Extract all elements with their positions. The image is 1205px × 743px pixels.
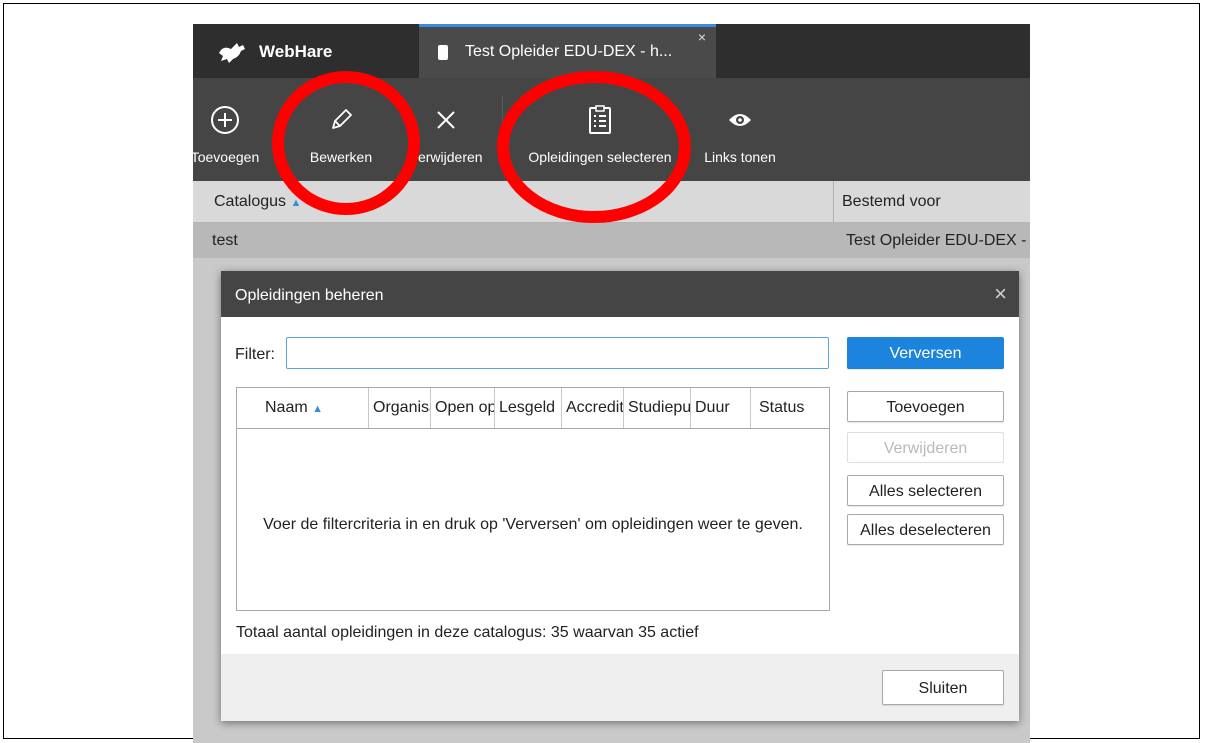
- column-bestemd-voor[interactable]: Bestemd voor: [833, 181, 941, 222]
- clipboard-list-icon: [589, 105, 611, 134]
- close-x-icon: [437, 111, 455, 129]
- top-bar: WebHare Test Opleider EDU-DEX - h... ×: [193, 24, 1030, 78]
- add-course-button[interactable]: Toevoegen: [847, 391, 1004, 422]
- plus-circle-icon: [211, 106, 239, 134]
- column-lesgeld[interactable]: Lesgeld: [494, 388, 561, 428]
- edit-label: Bewerken: [309, 149, 373, 165]
- manage-courses-dialog: Opleidingen beheren × Filter: Verversen …: [221, 271, 1019, 721]
- delete-label: Verwijderen: [409, 149, 483, 165]
- document-icon: [438, 45, 448, 60]
- dialog-title: Opleidingen beheren: [235, 287, 384, 304]
- catalog-list-header: Catalogus ▲ Bestemd voor: [193, 181, 1030, 223]
- filter-input[interactable]: [286, 337, 829, 369]
- brand[interactable]: WebHare: [217, 39, 332, 65]
- empty-grid-message: Voer de filtercriteria in en druk op 'Ve…: [263, 516, 803, 533]
- column-naam-label: Naam: [265, 399, 308, 416]
- sort-ascending-icon: ▲: [312, 403, 324, 415]
- courses-total-text: Totaal aantal opleidingen in deze catalo…: [236, 624, 699, 641]
- cell-catalogus: test: [212, 232, 238, 249]
- brand-name: WebHare: [259, 42, 333, 61]
- toolbar: Toevoegen Bewerken Verwijderen Opleiding…: [193, 78, 1030, 181]
- sort-ascending-icon: ▲: [290, 197, 302, 209]
- refresh-button[interactable]: Verversen: [847, 337, 1004, 369]
- dialog-title-bar: Opleidingen beheren ×: [221, 271, 1019, 317]
- column-accreditatie[interactable]: Accreditatie: [561, 388, 623, 428]
- deselect-all-button[interactable]: Alles deselecteren: [847, 514, 1004, 545]
- edit-button[interactable]: Bewerken: [299, 78, 383, 181]
- column-studiepunten[interactable]: Studiepunten: [623, 388, 690, 428]
- courses-grid-header: Naam ▲ Organisatie Open op Lesgeld Accre…: [237, 388, 829, 429]
- delete-course-button[interactable]: Verwijderen: [847, 432, 1004, 463]
- column-naam[interactable]: Naam ▲: [237, 388, 368, 428]
- show-links-label: Links tonen: [704, 149, 776, 165]
- tab-close-icon[interactable]: ×: [698, 29, 706, 45]
- column-open-op[interactable]: Open op: [430, 388, 494, 428]
- pencil-icon: [332, 109, 352, 129]
- eye-icon: [729, 114, 751, 126]
- filter-label: Filter:: [235, 346, 275, 363]
- select-all-button[interactable]: Alles selecteren: [847, 475, 1004, 506]
- delete-button[interactable]: Verwijderen: [399, 78, 493, 181]
- column-duur[interactable]: Duur: [690, 388, 750, 428]
- select-courses-label: Opleidingen selecteren: [528, 149, 672, 165]
- table-row[interactable]: test Test Opleider EDU-DEX - h: [193, 223, 1030, 258]
- column-organisatie[interactable]: Organisatie: [368, 388, 430, 428]
- dialog-footer: Sluiten: [221, 654, 1019, 721]
- courses-grid: Naam ▲ Organisatie Open op Lesgeld Accre…: [236, 387, 830, 611]
- tab-catalog[interactable]: Test Opleider EDU-DEX - h... ×: [419, 24, 716, 78]
- column-catalogus-label: Catalogus: [214, 193, 287, 210]
- select-courses-button[interactable]: Opleidingen selecteren: [515, 78, 685, 181]
- show-links-button[interactable]: Links tonen: [697, 78, 783, 181]
- column-catalogus[interactable]: Catalogus ▲: [214, 193, 301, 211]
- toolbar-separator: [502, 96, 503, 162]
- dialog-close-icon[interactable]: ×: [994, 281, 1007, 307]
- add-button[interactable]: Toevoegen: [193, 78, 267, 181]
- webhare-logo-icon: [219, 43, 245, 63]
- cell-bestemd-voor: Test Opleider EDU-DEX - h: [846, 232, 1030, 249]
- column-status[interactable]: Status: [750, 388, 829, 428]
- tab-title: Test Opleider EDU-DEX - h...: [465, 43, 673, 60]
- close-dialog-button[interactable]: Sluiten: [882, 670, 1004, 705]
- add-label: Toevoegen: [193, 149, 260, 165]
